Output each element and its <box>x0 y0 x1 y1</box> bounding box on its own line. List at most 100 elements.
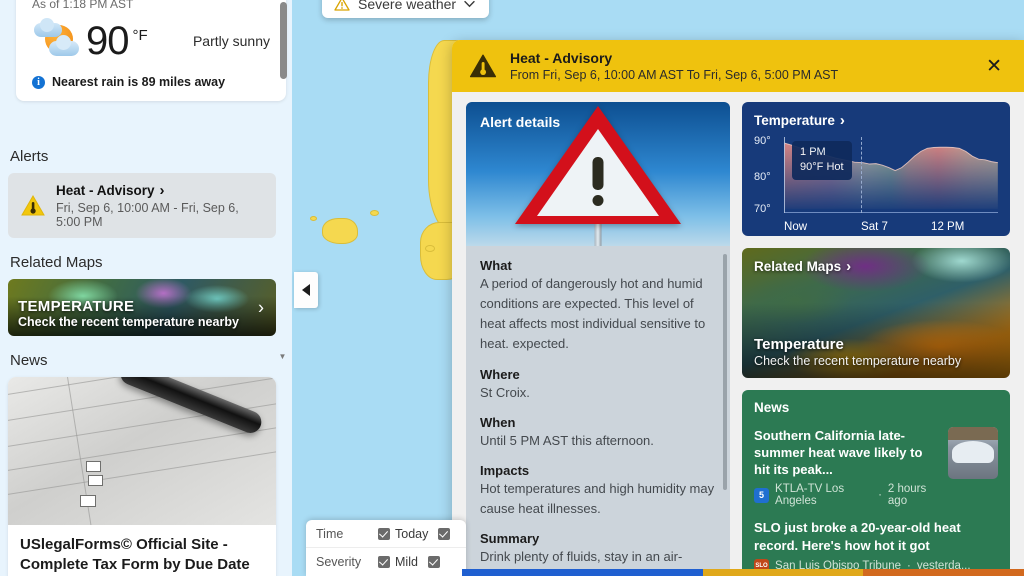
news-item-thumbnail <box>948 427 998 479</box>
severe-weather-label: Severe weather <box>358 0 457 12</box>
sidebar-map-tile-subtitle: Check the recent temperature nearby <box>18 315 239 329</box>
y-axis-tick-90: 90° <box>754 135 771 147</box>
section-heading-impacts: Impacts <box>480 462 530 478</box>
map-island-west <box>322 218 358 244</box>
x-axis-tick-12pm: 12 PM <box>931 221 965 233</box>
sidebar-news-title: USlegalForms© Official Site - Complete T… <box>20 536 250 574</box>
scroll-down-arrow-icon[interactable]: ▼ <box>278 352 287 361</box>
filter-row-time: Time Today <box>306 520 466 548</box>
y-axis-tick-80: 80° <box>754 171 771 183</box>
sidebar-scrollbar-thumb[interactable] <box>280 2 287 79</box>
related-maps-card[interactable]: Related Maps › Temperature Check the rec… <box>742 248 1010 378</box>
news-card-heading: News <box>754 400 790 415</box>
partly-sunny-icon <box>32 18 80 61</box>
related-maps-card-label: Temperature <box>754 336 844 353</box>
related-maps-card-header: Related Maps › <box>754 258 998 275</box>
nearest-rain-text: Nearest rain is 89 miles away <box>52 75 226 89</box>
app-root: AÑAS Severe weather N17°44'45", W64°42'1… <box>0 0 1024 576</box>
alert-details-scrollbar[interactable] <box>723 254 728 490</box>
legend-segment <box>542 569 623 576</box>
checkbox-checked-icon[interactable] <box>427 556 440 568</box>
alert-banner: Heat - Advisory From Fri, Sep 6, 10:00 A… <box>452 40 1024 92</box>
observation-time: As of 1:18 PM AST <box>32 0 134 11</box>
left-sidebar[interactable]: N17°44'45", W64°42'14" As of 1:18 PM AST… <box>0 0 292 576</box>
news-item-source: KTLA-TV Los Angeles <box>775 483 845 508</box>
alert-details-card: Alert details What A period of dangerous… <box>466 102 731 576</box>
alert-details-text: What A period of dangerously hot and hum… <box>466 246 730 576</box>
news-thumbnail-tax-form <box>8 377 276 525</box>
alert-details-image: Alert details <box>466 102 731 246</box>
current-conditions-card: N17°44'45", W64°42'14" As of 1:18 PM AST… <box>16 0 286 101</box>
exclamation-mark-icon <box>592 157 605 206</box>
temperature-card-header: Temperature › <box>754 112 998 129</box>
temperature-chart-card[interactable]: Temperature › 90° 80° 70° Now Sat 7 12 P… <box>742 102 1010 236</box>
filter-option-today[interactable]: Today <box>378 527 428 541</box>
heat-advisory-icon <box>469 54 497 77</box>
nearest-rain-row: i Nearest rain is 89 miles away <box>32 75 270 89</box>
section-heading-summary: Summary <box>480 531 540 547</box>
alert-panel-body: Alert details What A period of dangerous… <box>452 92 1024 576</box>
alert-banner-subtitle: From Fri, Sep 6, 10:00 AM AST To Fri, Se… <box>510 68 839 82</box>
x-axis-line <box>784 212 998 213</box>
filter-row-severity: Severity Mild <box>306 548 466 576</box>
news-item-time: 2 hours ago <box>887 483 927 508</box>
sidebar-scrollbar[interactable]: ▼ <box>278 0 287 576</box>
alert-detail-panel: Heat - Advisory From Fri, Sep 6, 10:00 A… <box>452 40 1024 576</box>
section-heading-where: Where <box>480 366 520 382</box>
legend-segment <box>462 569 543 576</box>
filter-option-label: Today <box>395 526 429 541</box>
y-axis-tick-70: 70° <box>754 203 771 215</box>
section-body-impacts: Hot temperatures and high humidity may c… <box>480 480 715 516</box>
map-filter-panel[interactable]: Time Today Severity Mild <box>306 520 466 576</box>
news-list-item[interactable]: SLO just broke a 20-year-old heat record… <box>754 519 998 574</box>
sidebar-collapse-button[interactable] <box>294 272 318 308</box>
legend-segment <box>943 569 1024 576</box>
section-heading-when: When <box>480 414 516 430</box>
section-heading-what: What <box>480 258 512 273</box>
heat-advisory-icon <box>21 194 45 215</box>
checkbox-checked-icon[interactable] <box>438 527 451 540</box>
alerts-heading: Alerts <box>10 148 49 165</box>
sidebar-alert-timerange: Fri, Sep 6, 10:00 AM - Fri, Sep 6, 5:00 … <box>56 201 239 229</box>
checkbox-checked-icon[interactable] <box>378 527 390 540</box>
filter-label-time: Time <box>316 526 344 541</box>
sidebar-alert-item[interactable]: Heat - Advisory › Fri, Sep 6, 10:00 AM -… <box>8 173 276 238</box>
section-body-when: Until 5 PM AST this afternoon. <box>480 432 654 448</box>
sidebar-map-tile-title: TEMPERATURE <box>18 298 135 315</box>
close-icon[interactable]: ✕ <box>980 53 1008 80</box>
chevron-down-icon <box>464 0 475 8</box>
chevron-right-icon: › <box>159 182 165 199</box>
related-maps-card-title: Related Maps <box>754 259 842 274</box>
info-icon: i <box>32 75 45 89</box>
filter-option-mild[interactable]: Mild <box>378 555 418 569</box>
news-heading: News <box>10 352 48 369</box>
map-legend-strip <box>462 569 1024 576</box>
alert-banner-title: Heat - Advisory <box>510 50 613 66</box>
sidebar-news-card[interactable]: USlegalForms© Official Site - Complete T… <box>8 377 276 576</box>
severe-weather-dropdown[interactable]: Severe weather <box>322 0 490 18</box>
chart-tooltip-value: 90°F Hot <box>800 160 844 173</box>
chevron-right-icon: › <box>846 258 852 275</box>
chevron-right-icon: › <box>258 297 264 317</box>
sidebar-related-map-tile[interactable]: TEMPERATURE Check the recent temperature… <box>8 279 276 336</box>
sidebar-alert-title: Heat - Advisory <box>56 183 155 198</box>
map-islet-1 <box>310 216 317 221</box>
related-maps-card-sublabel: Check the recent temperature nearby <box>754 354 962 368</box>
current-temperature: 90 <box>86 19 129 63</box>
news-item-title: Southern California late-summer heat wav… <box>754 428 923 478</box>
chart-tooltip: 1 PM 90°F Hot <box>792 141 852 180</box>
legend-segment <box>863 569 944 576</box>
temperature-card-title: Temperature <box>754 113 835 128</box>
legend-segment <box>783 569 864 576</box>
warning-triangle-icon <box>334 0 350 11</box>
section-body-where: St Croix. <box>480 384 530 400</box>
news-list-item[interactable]: Southern California late-summer heat wav… <box>754 427 998 507</box>
legend-segment <box>622 569 703 576</box>
sidebar-alert-title-row: Heat - Advisory › <box>56 182 264 199</box>
news-meta-separator: · <box>878 489 882 502</box>
related-maps-heading: Related Maps <box>10 254 103 271</box>
x-axis-tick-sat7: Sat 7 <box>861 221 888 233</box>
checkbox-checked-icon[interactable] <box>378 556 390 568</box>
news-item-meta: 5 KTLA-TV Los Angeles · 2 hours ago <box>754 483 940 507</box>
news-card: News Southern California late-summer hea… <box>742 390 1010 576</box>
